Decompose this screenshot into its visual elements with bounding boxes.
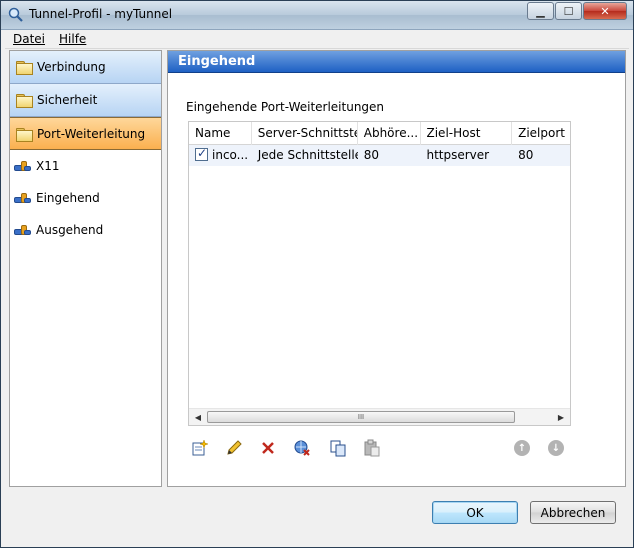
menu-bar: Datei Hilfe	[5, 30, 629, 49]
maximize-icon: ☐	[563, 4, 574, 18]
column-header-port[interactable]: Zielport	[512, 122, 570, 145]
horizontal-scrollbar[interactable]: ◀ III ▶	[189, 408, 570, 425]
cell-target-port: 80	[518, 148, 534, 162]
copy-button[interactable]	[328, 438, 348, 458]
nav-category-sicherheit[interactable]: Sicherheit	[10, 84, 161, 117]
nav-item-ausgehend[interactable]: Ausgehend	[10, 214, 161, 246]
cell-name: inco...	[212, 148, 249, 162]
folder-icon	[16, 94, 33, 108]
window-title: Tunnel-Profil - myTunnel	[29, 7, 173, 21]
column-header-listen[interactable]: Abhöre...	[358, 122, 421, 145]
ok-button[interactable]: OK	[432, 501, 518, 524]
move-up-icon: ↑	[514, 440, 530, 456]
nav-category-verbindung[interactable]: Verbindung	[10, 51, 161, 84]
cancel-button[interactable]: Abbrechen	[530, 501, 616, 524]
content-panel: Eingehend Eingehende Port-Weiterleitunge…	[167, 50, 626, 487]
close-icon: ✕	[600, 4, 610, 18]
delete-button[interactable]	[258, 438, 278, 458]
tunnel-icon	[14, 222, 32, 238]
tunnel-profile-window: Tunnel-Profil - myTunnel ▁ ☐ ✕ Datei Hil…	[0, 0, 634, 548]
tunnel-icon	[14, 158, 32, 174]
cell-target-host: httpserver	[426, 148, 490, 162]
minimize-icon: ▁	[536, 4, 545, 18]
paste-button[interactable]	[362, 438, 382, 458]
move-down-icon: ↓	[548, 440, 564, 456]
nav-item-eingehend[interactable]: Eingehend	[10, 182, 161, 214]
nav-category-label: Verbindung	[37, 60, 106, 74]
nav-item-label: Eingehend	[36, 191, 100, 205]
column-header-host[interactable]: Ziel-Host	[421, 122, 513, 145]
nav-item-x11[interactable]: X11	[10, 150, 161, 182]
app-icon	[8, 7, 23, 22]
add-icon	[192, 439, 209, 456]
edit-button[interactable]	[224, 438, 244, 458]
folder-icon	[16, 61, 33, 75]
scroll-right-icon[interactable]: ▶	[554, 411, 568, 424]
list-header: Name Server-Schnittste... Abhöre... Ziel…	[189, 122, 570, 145]
add-button[interactable]	[190, 438, 210, 458]
navigation-panel: Verbindung Sicherheit Port-Weiterleitung…	[9, 50, 162, 487]
copy-icon	[330, 440, 346, 457]
list-toolbar: ↑ ↓	[188, 436, 571, 462]
disconnect-button[interactable]	[292, 438, 312, 458]
port-forwarding-list[interactable]: Name Server-Schnittste... Abhöre... Ziel…	[188, 121, 571, 426]
nav-item-label: X11	[36, 159, 60, 173]
move-down-button[interactable]: ↓	[546, 438, 566, 458]
column-header-name[interactable]: Name	[189, 122, 252, 145]
menu-hilfe[interactable]: Hilfe	[51, 30, 92, 48]
column-header-interface[interactable]: Server-Schnittste...	[252, 122, 358, 145]
nav-category-label: Port-Weiterleitung	[37, 126, 146, 141]
section-label: Eingehende Port-Weiterleitungen	[186, 100, 385, 114]
paste-icon	[364, 439, 380, 457]
cell-listen-port: 80	[363, 148, 380, 162]
delete-icon	[262, 442, 274, 454]
folder-icon	[16, 127, 33, 142]
nav-item-label: Ausgehend	[36, 223, 104, 237]
title-bar: Tunnel-Profil - myTunnel ▁ ☐ ✕	[1, 1, 633, 30]
minimize-button[interactable]: ▁	[527, 2, 554, 20]
move-up-button[interactable]: ↑	[512, 438, 532, 458]
scrollbar-thumb[interactable]: III	[207, 411, 515, 423]
nav-category-label: Sicherheit	[37, 93, 98, 107]
disconnect-icon	[294, 440, 310, 456]
close-button[interactable]: ✕	[583, 2, 627, 20]
cell-interface: Jede Schnittstelle	[257, 148, 358, 162]
table-row[interactable]: inco... Jede Schnittstelle 80 httpserver…	[189, 145, 570, 166]
page-title: Eingehend	[168, 51, 625, 73]
tunnel-icon	[14, 190, 32, 206]
maximize-button[interactable]: ☐	[555, 2, 582, 20]
scroll-left-icon[interactable]: ◀	[191, 411, 205, 424]
row-enabled-checkbox[interactable]	[195, 146, 208, 161]
nav-category-port-weiterleitung[interactable]: Port-Weiterleitung	[10, 117, 161, 150]
edit-icon	[227, 440, 242, 455]
menu-datei[interactable]: Datei	[5, 30, 51, 48]
